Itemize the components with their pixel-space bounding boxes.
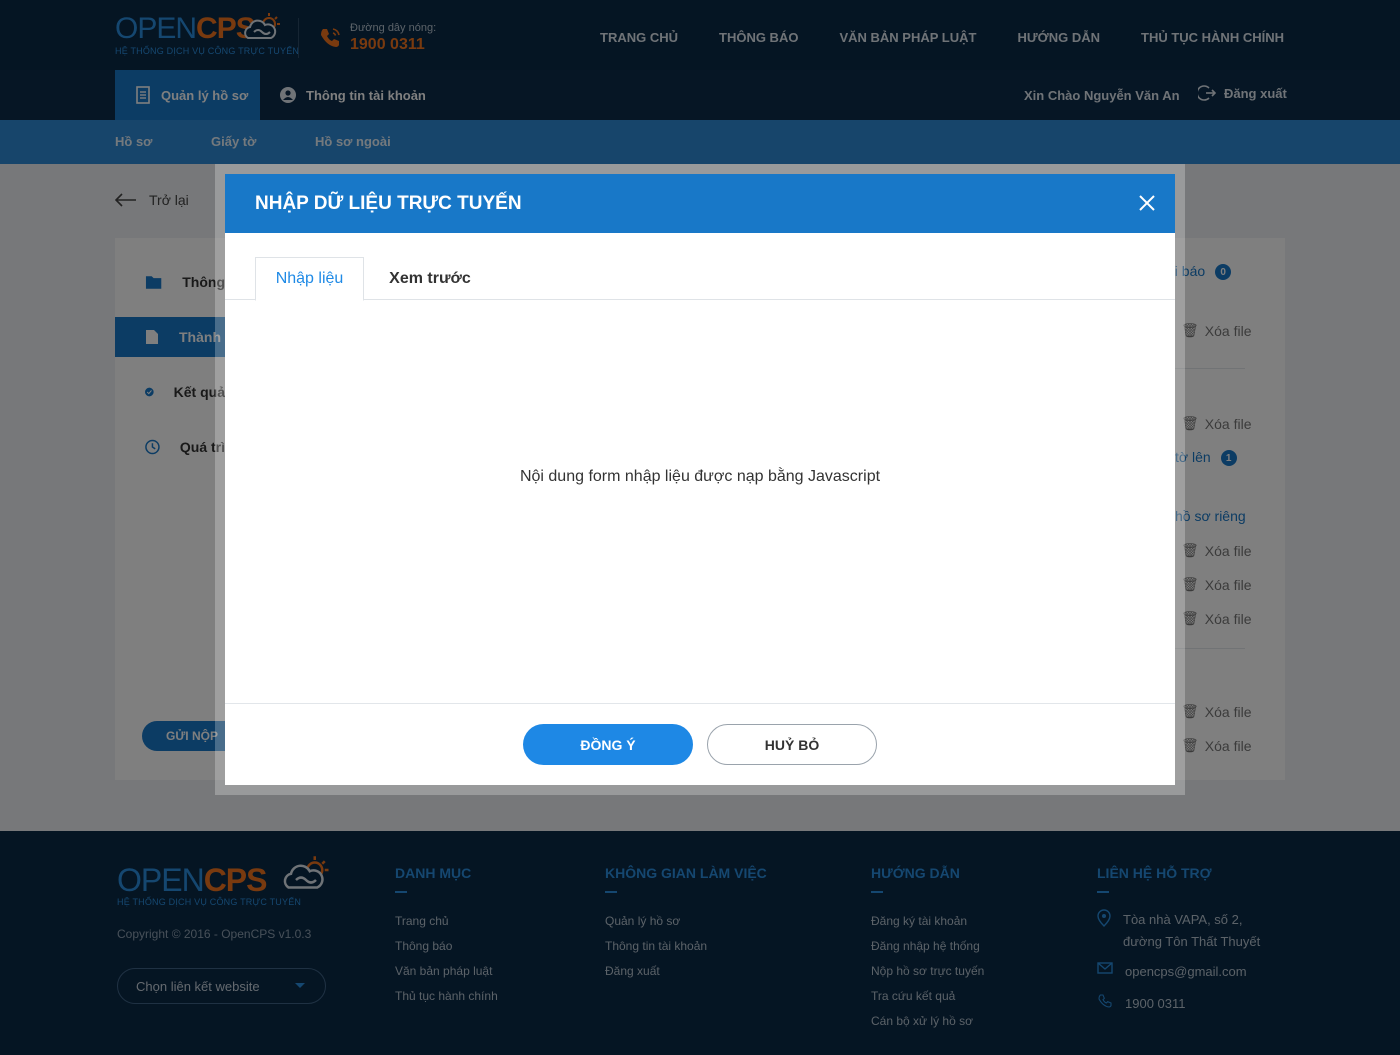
tab-data-input[interactable]: Nhập liệu — [255, 257, 364, 301]
dialog-title: NHẬP DỮ LIỆU TRỰC TUYẾN — [255, 193, 522, 214]
online-data-entry-dialog: NHẬP DỮ LIỆU TRỰC TUYẾN Nhập liệu Xem tr… — [225, 174, 1175, 785]
dialog-header: NHẬP DỮ LIỆU TRỰC TUYẾN — [225, 174, 1175, 233]
agree-button[interactable]: ĐỒNG Ý — [523, 724, 693, 765]
cancel-button[interactable]: HUỶ BỎ — [707, 724, 877, 765]
form-placeholder-text: Nội dung form nhập liệu được nạp bằng Ja… — [519, 468, 881, 485]
dialog-tabs: Nhập liệu Xem trước — [225, 257, 1175, 301]
close-icon[interactable] — [1137, 193, 1157, 213]
dialog-footer-divider — [225, 703, 1175, 704]
tab-preview[interactable]: Xem trước — [377, 257, 483, 300]
